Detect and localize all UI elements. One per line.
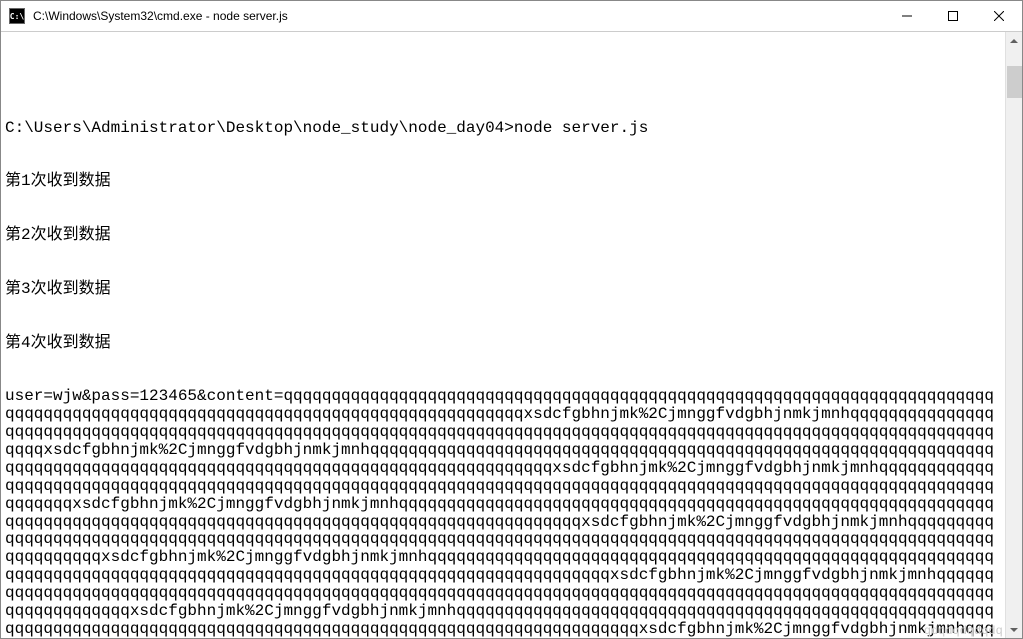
window-controls bbox=[884, 1, 1022, 31]
close-button[interactable] bbox=[976, 1, 1022, 31]
recv-line-1: 第1次收到数据 bbox=[5, 173, 1001, 191]
content-wrapper: C:\Users\Administrator\Desktop\node_stud… bbox=[1, 32, 1022, 638]
maximize-icon bbox=[948, 11, 958, 21]
vertical-scrollbar[interactable] bbox=[1005, 32, 1022, 638]
minimize-button[interactable] bbox=[884, 1, 930, 31]
chevron-up-icon bbox=[1010, 39, 1018, 43]
window-title: C:\Windows\System32\cmd.exe - node serve… bbox=[31, 9, 884, 23]
scroll-track[interactable] bbox=[1006, 49, 1022, 621]
chevron-down-icon bbox=[1010, 628, 1018, 632]
cmd-icon: C:\ bbox=[9, 8, 25, 24]
recv-line-3: 第3次收到数据 bbox=[5, 281, 1001, 299]
output-body: user=wjw&pass=123465&content=qqqqqqqqqqq… bbox=[5, 388, 1001, 638]
recv-line-2: 第2次收到数据 bbox=[5, 227, 1001, 245]
window-titlebar: C:\ C:\Windows\System32\cmd.exe - node s… bbox=[1, 1, 1022, 32]
spacer bbox=[5, 70, 1001, 84]
prompt-line: C:\Users\Administrator\Desktop\node_stud… bbox=[5, 120, 1001, 138]
recv-line-4: 第4次收到数据 bbox=[5, 335, 1001, 353]
minimize-icon bbox=[902, 11, 912, 21]
scroll-up-arrow[interactable] bbox=[1006, 32, 1022, 49]
close-icon bbox=[994, 11, 1004, 21]
maximize-button[interactable] bbox=[930, 1, 976, 31]
console-output[interactable]: C:\Users\Administrator\Desktop\node_stud… bbox=[1, 32, 1005, 638]
watermark: qdqdqdqdqdq bbox=[924, 623, 1003, 637]
scroll-down-arrow[interactable] bbox=[1006, 621, 1022, 638]
scroll-thumb[interactable] bbox=[1007, 66, 1022, 98]
